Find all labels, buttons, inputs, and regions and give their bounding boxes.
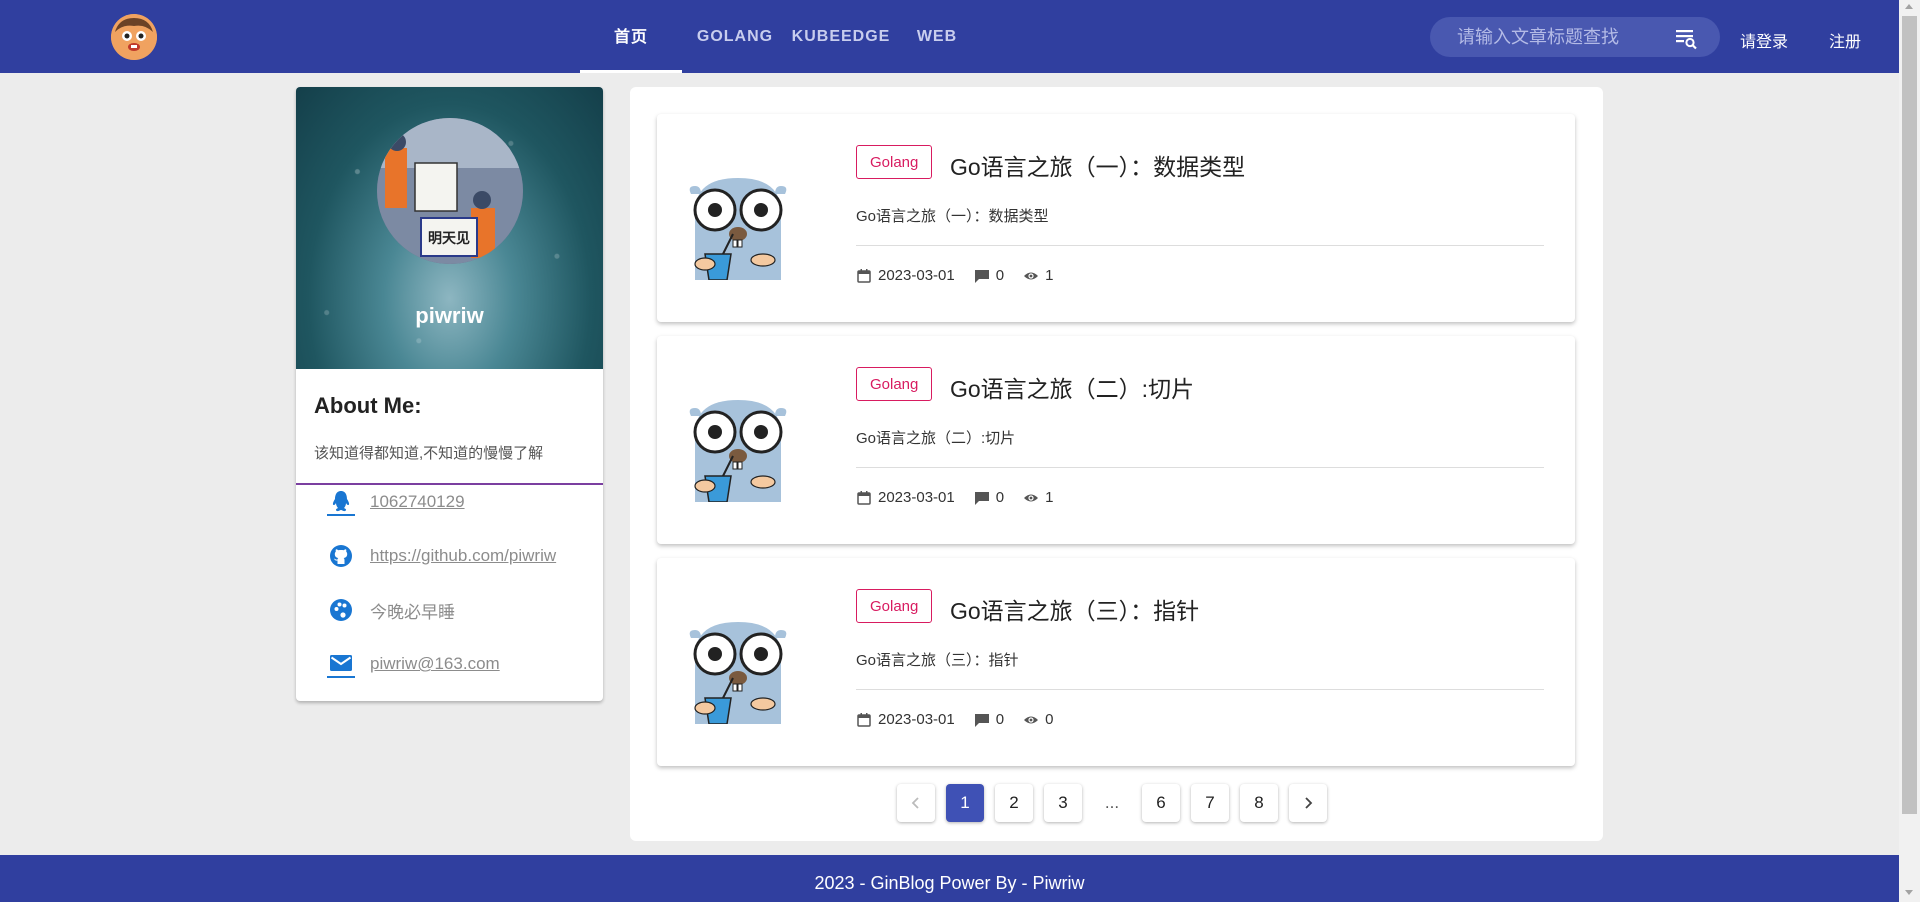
page-button[interactable]: 7 — [1191, 784, 1229, 822]
avatar-sign-text: 明天见 — [428, 231, 470, 247]
nav-web[interactable]: WEB — [894, 0, 980, 73]
profile-name: piwriw — [415, 303, 484, 328]
article-title[interactable]: Go语言之旅（二）:切片 — [950, 370, 1194, 404]
main-nav: 首页 GOLANG KUBEEDGE WEB — [580, 0, 980, 73]
category-tag[interactable]: Golang — [856, 589, 933, 623]
nav-kubeedge[interactable]: KUBEEDGE — [788, 0, 894, 73]
category-tag[interactable]: Golang — [856, 145, 933, 179]
comment-icon — [974, 268, 990, 284]
page-button[interactable]: 1 — [946, 784, 984, 822]
article-view-count: 0 — [1045, 711, 1054, 728]
pagination-ellipsis: ... — [1104, 793, 1120, 812]
prev-page-button[interactable] — [897, 784, 935, 822]
contact-email: piwriw@163.com — [327, 650, 500, 678]
scroll-up-arrow-icon[interactable] — [1905, 4, 1913, 9]
article-description: Go语言之旅（三）：指针 — [856, 652, 1019, 669]
qq-icon — [327, 488, 355, 516]
nav-home[interactable]: 首页 — [580, 0, 682, 73]
article-view-count: 1 — [1045, 267, 1054, 284]
page-button[interactable]: 8 — [1240, 784, 1278, 822]
article-date: 2023-03-01 — [878, 711, 955, 728]
palette-icon — [327, 596, 355, 624]
calendar-icon — [856, 268, 872, 284]
scroll-down-arrow-icon[interactable] — [1905, 890, 1913, 895]
site-logo[interactable] — [111, 14, 157, 60]
app-header: 首页 GOLANG KUBEEDGE WEB 请登录 注册 — [0, 0, 1899, 73]
divider — [856, 467, 1544, 468]
contact-motto: 今晚必早睡 — [327, 596, 455, 624]
article-card[interactable]: Golang Go语言之旅（二）:切片 Go语言之旅（二）:切片 2023-03… — [657, 336, 1575, 544]
article-title[interactable]: Go语言之旅（三）：指针 — [950, 592, 1199, 626]
contact-qq: 1062740129 — [327, 488, 465, 516]
scrollbar-thumb[interactable] — [1902, 16, 1917, 814]
page-button[interactable]: 6 — [1142, 784, 1180, 822]
page-button[interactable]: 2 — [995, 784, 1033, 822]
pagination: 1 2 3 ... 6 7 8 — [897, 784, 1338, 822]
article-meta: 2023-03-01 0 1 — [856, 489, 1053, 506]
comment-icon — [974, 490, 990, 506]
article-title[interactable]: Go语言之旅（一）：数据类型 — [950, 148, 1245, 182]
search-input[interactable] — [1457, 26, 1667, 48]
article-comment-count: 0 — [995, 267, 1005, 284]
article-date: 2023-03-01 — [878, 489, 955, 506]
gopher-thumbnail-image — [683, 172, 793, 280]
article-comment-count: 0 — [995, 711, 1005, 728]
nav-golang[interactable]: GOLANG — [682, 0, 788, 73]
gopher-thumbnail-image — [683, 394, 793, 502]
chevron-left-icon — [911, 797, 919, 809]
register-button[interactable]: 注册 — [1829, 28, 1861, 52]
login-button[interactable]: 请登录 — [1740, 28, 1788, 52]
article-description: Go语言之旅（一）：数据类型 — [856, 208, 1049, 225]
search-box — [1430, 17, 1720, 57]
eye-icon — [1023, 490, 1039, 506]
article-card[interactable]: Golang Go语言之旅（一）：数据类型 Go语言之旅（一）：数据类型 202… — [657, 114, 1575, 322]
contact-qq-link[interactable]: 1062740129 — [370, 492, 465, 512]
article-date: 2023-03-01 — [878, 267, 955, 284]
avatar: 明天见 — [377, 118, 523, 264]
profile-card: 明天见 piwriw About Me: 该知道得都知道,不知道的慢慢了解 10… — [296, 87, 603, 701]
article-panel: Golang Go语言之旅（一）：数据类型 Go语言之旅（一）：数据类型 202… — [630, 87, 1603, 841]
gopher-thumbnail-image — [683, 616, 793, 724]
divider — [856, 689, 1544, 690]
article-meta: 2023-03-01 0 0 — [856, 711, 1053, 728]
about-description: 该知道得都知道,不知道的慢慢了解 — [314, 445, 544, 462]
github-icon — [327, 542, 355, 570]
search-list-icon[interactable] — [1674, 26, 1698, 50]
calendar-icon — [856, 712, 872, 728]
comment-icon — [974, 712, 990, 728]
calendar-icon — [856, 490, 872, 506]
chevron-right-icon — [1305, 797, 1313, 809]
contact-github: https://github.com/piwriw — [327, 542, 556, 570]
next-page-button[interactable] — [1289, 784, 1327, 822]
category-tag[interactable]: Golang — [856, 367, 933, 401]
contact-motto-text: 今晚必早睡 — [370, 602, 455, 622]
divider — [856, 245, 1544, 246]
page-button[interactable]: 3 — [1044, 784, 1082, 822]
article-comment-count: 0 — [995, 489, 1005, 506]
article-view-count: 1 — [1045, 489, 1054, 506]
contact-github-link[interactable]: https://github.com/piwriw — [370, 546, 556, 566]
article-card[interactable]: Golang Go语言之旅（三）：指针 Go语言之旅（三）：指针 2023-03… — [657, 558, 1575, 766]
contact-email-link[interactable]: piwriw@163.com — [370, 654, 500, 674]
article-meta: 2023-03-01 0 1 — [856, 267, 1053, 284]
app-footer: 2023 - GinBlog Power By - Piwriw — [0, 855, 1899, 902]
email-icon — [327, 650, 355, 678]
article-description: Go语言之旅（二）:切片 — [856, 430, 1016, 447]
page-scrollbar[interactable] — [1899, 0, 1920, 902]
footer-text: 2023 - GinBlog Power By - Piwriw — [814, 873, 1085, 893]
divider — [296, 483, 603, 485]
eye-icon — [1023, 712, 1039, 728]
about-title: About Me: — [314, 393, 422, 418]
eye-icon — [1023, 268, 1039, 284]
